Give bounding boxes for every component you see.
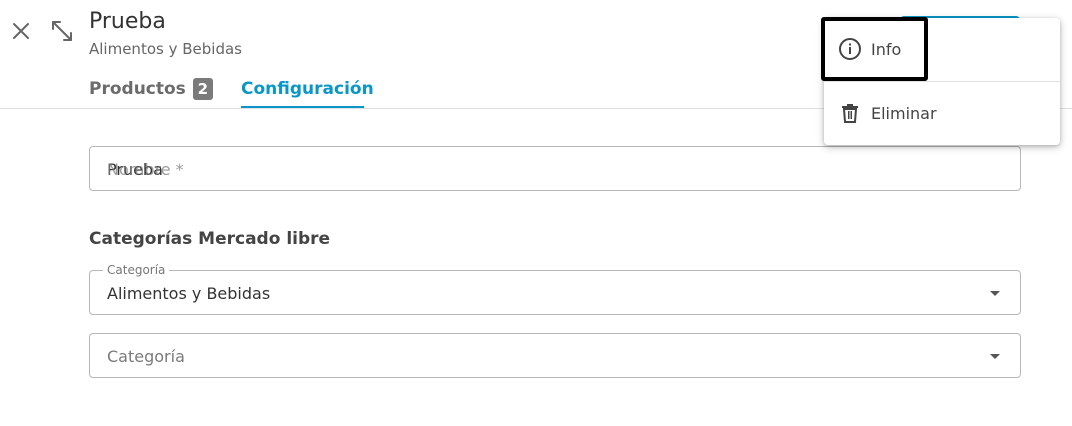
- tab-productos[interactable]: Productos 2: [89, 78, 213, 100]
- menu-item-eliminar-label: Eliminar: [871, 103, 937, 123]
- close-icon[interactable]: [9, 19, 33, 43]
- category-select-value: Alimentos y Bebidas: [107, 284, 271, 303]
- page-title: Prueba: [89, 9, 166, 34]
- menu-divider: [824, 81, 1060, 82]
- expand-icon[interactable]: [50, 19, 74, 43]
- tab-productos-label: Productos: [89, 79, 186, 99]
- tab-configuracion[interactable]: Configuración: [241, 78, 374, 100]
- category-floating-label: Categoría: [103, 263, 170, 277]
- section-title: Categorías Mercado libre: [89, 229, 331, 249]
- count-badge: 2: [192, 78, 213, 100]
- name-field-label: Nombre *: [107, 160, 184, 179]
- chevron-down-icon: [990, 291, 1000, 296]
- highlight-box: [821, 17, 928, 81]
- name-field[interactable]: Prueba Nombre *: [89, 146, 1021, 191]
- menu-item-eliminar[interactable]: Eliminar: [838, 101, 937, 125]
- subcategory-select-placeholder: Categoría: [107, 347, 185, 366]
- category-select[interactable]: Alimentos y Bebidas: [89, 270, 1021, 315]
- subcategory-select[interactable]: Categoría: [89, 333, 1021, 378]
- page-subtitle: Alimentos y Bebidas: [89, 40, 242, 58]
- trash-icon: [838, 101, 862, 125]
- chevron-down-icon: [990, 354, 1000, 359]
- tab-configuracion-label: Configuración: [241, 79, 374, 99]
